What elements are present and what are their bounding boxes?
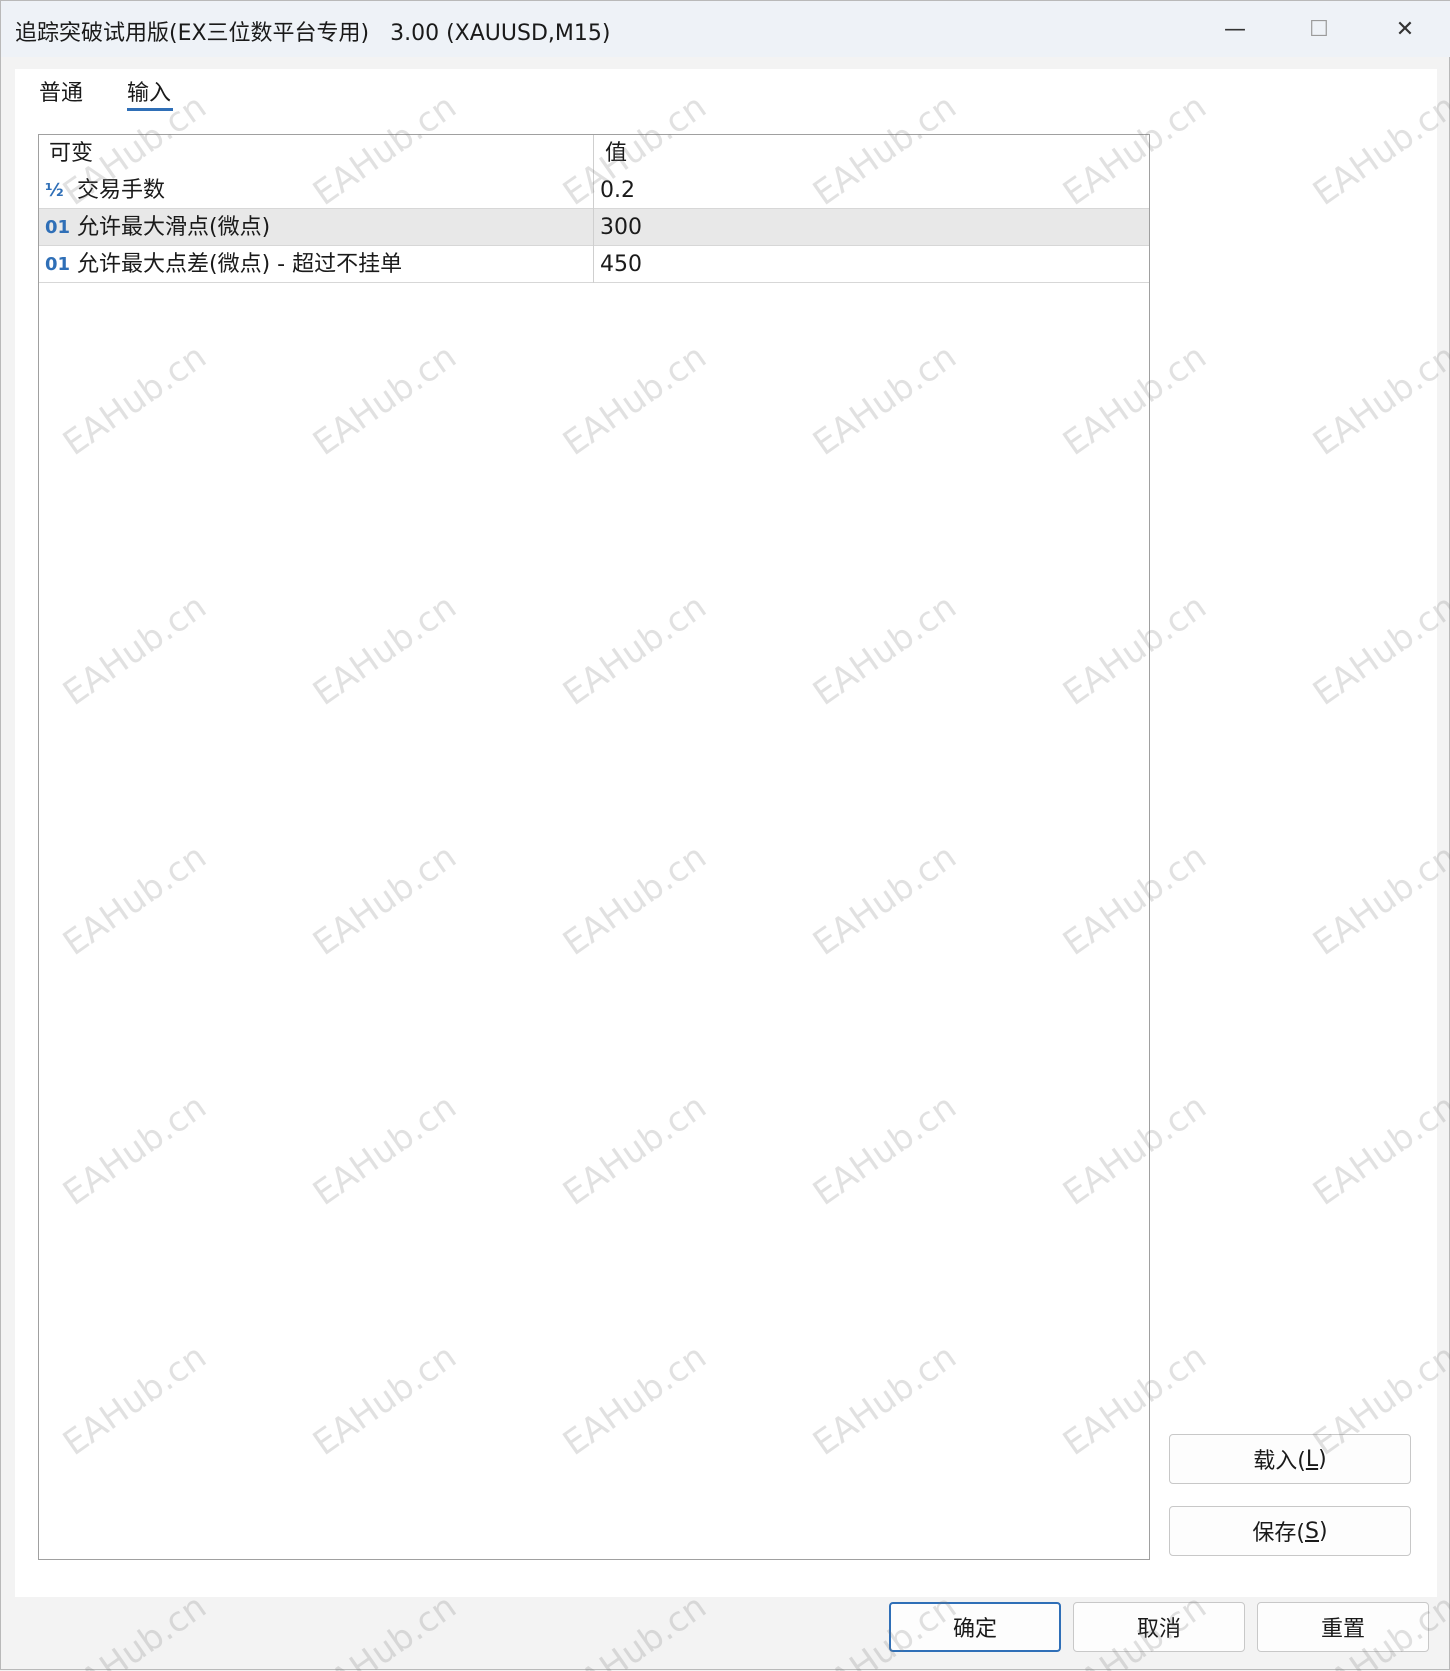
row-value[interactable]: 450: [600, 246, 642, 283]
row-variable-name: 交易手数: [77, 178, 166, 203]
integer-icon: 01: [45, 217, 71, 238]
watermark-text: EAHub.cn: [56, 1586, 214, 1671]
load-button-label-end: ): [1318, 1446, 1327, 1472]
integer-icon: 01: [45, 254, 71, 275]
save-button-hotkey: S: [1305, 1518, 1319, 1544]
maximize-icon[interactable]: ☐: [1279, 1, 1359, 57]
cancel-button[interactable]: 取消: [1073, 1602, 1245, 1652]
header-value[interactable]: 值: [605, 135, 627, 172]
row-variable-name: 允许最大点差(微点) - 超过不挂单: [77, 252, 403, 277]
row-value[interactable]: 0.2: [600, 172, 635, 209]
watermark-text: EAHub.cn: [556, 1586, 714, 1671]
save-button-label-end: ): [1318, 1518, 1328, 1544]
close-icon[interactable]: ✕: [1365, 1, 1445, 57]
inputs-grid[interactable]: 可变 值 ½ 交易手数 0.2 01 允许最大滑点(微点) 300 01 允许最…: [38, 134, 1150, 1560]
table-row[interactable]: 01 允许最大滑点(微点) 300: [39, 209, 1149, 246]
title-bar[interactable]: 追踪突破试用版(EX三位数平台专用) 3.00 (XAUUSD,M15) — ☐…: [1, 1, 1450, 57]
active-tab-indicator: [127, 108, 173, 111]
row-value[interactable]: 300: [600, 209, 642, 246]
table-row[interactable]: ½ 交易手数 0.2: [39, 172, 1149, 209]
save-button-label: 保存(: [1252, 1521, 1306, 1546]
load-button[interactable]: 载入(L): [1169, 1434, 1411, 1484]
fraction-icon: ½: [45, 180, 64, 201]
header-variable[interactable]: 可变: [49, 135, 93, 172]
ok-button[interactable]: 确定: [889, 1602, 1061, 1652]
ea-properties-dialog: 追踪突破试用版(EX三位数平台专用) 3.00 (XAUUSD,M15) — ☐…: [0, 0, 1450, 1671]
minimize-icon[interactable]: —: [1195, 1, 1275, 57]
tab-common[interactable]: 普通: [39, 75, 83, 107]
column-divider: [593, 135, 594, 283]
window-title: 追踪突破试用版(EX三位数平台专用) 3.00 (XAUUSD,M15): [15, 21, 611, 46]
tab-inputs[interactable]: 输入: [127, 75, 171, 107]
grid-header: 可变 值: [39, 135, 1149, 172]
row-variable-name: 允许最大滑点(微点): [77, 215, 271, 240]
load-button-label: 载入(: [1253, 1449, 1306, 1474]
save-button[interactable]: 保存(S): [1169, 1506, 1411, 1556]
load-button-hotkey: L: [1305, 1446, 1319, 1472]
watermark-text: EAHub.cn: [306, 1586, 464, 1671]
reset-button[interactable]: 重置: [1257, 1602, 1429, 1652]
table-row[interactable]: 01 允许最大点差(微点) - 超过不挂单 450: [39, 246, 1149, 283]
